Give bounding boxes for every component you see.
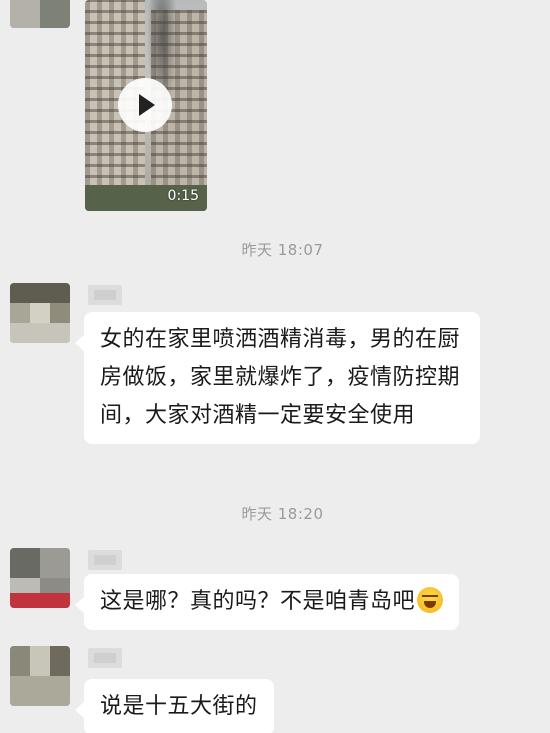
timestamp: 昨天 18:20 xyxy=(241,505,324,523)
play-icon[interactable] xyxy=(118,78,172,132)
message-bubble[interactable]: 这是哪？真的吗？不是咱青岛吧 xyxy=(74,574,460,630)
message-bubble[interactable]: 说是十五大街的 xyxy=(75,679,274,733)
message-text: 说是十五大街的 xyxy=(100,694,258,719)
avatar[interactable] xyxy=(10,646,70,706)
laughing-crying-emoji-icon xyxy=(417,587,444,613)
avatar[interactable] xyxy=(10,0,70,28)
video-message[interactable]: 0:15 xyxy=(85,0,207,211)
sender-name-redacted xyxy=(88,285,122,305)
message-text: 这是哪？真的吗？不是咱青岛吧 xyxy=(100,589,416,614)
sender-name-redacted xyxy=(88,648,122,668)
video-duration: 0:15 xyxy=(167,188,199,204)
avatar[interactable] xyxy=(10,283,70,343)
timestamp: 昨天 18:07 xyxy=(241,241,324,259)
message-bubble[interactable]: 女的在家里喷洒酒精消毒，男的在厨房做饭，家里就爆炸了，疫情防控期间，大家对酒精一… xyxy=(75,312,480,444)
avatar[interactable] xyxy=(10,548,70,608)
sender-name-redacted xyxy=(88,550,122,570)
message-text: 女的在家里喷洒酒精消毒，男的在厨房做饭，家里就爆炸了，疫情防控期间，大家对酒精一… xyxy=(100,327,461,428)
